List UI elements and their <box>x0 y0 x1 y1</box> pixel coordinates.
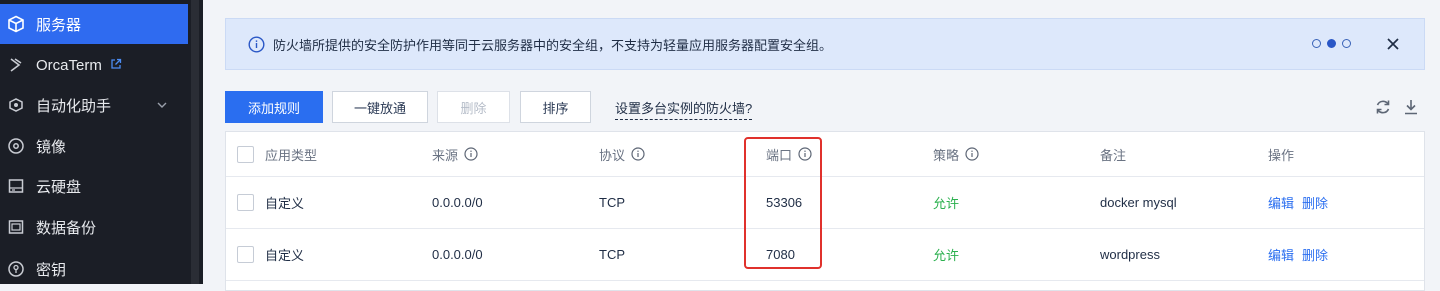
sidebar-item-disks[interactable]: 云硬盘 <box>0 166 188 206</box>
select-all-checkbox[interactable] <box>237 146 254 163</box>
pager-dot[interactable] <box>1342 39 1351 48</box>
cell-source: 0.0.0.0/0 <box>432 195 483 210</box>
external-link-icon <box>110 57 122 74</box>
cell-type: 自定义 <box>265 196 305 211</box>
sidebar-item-keys[interactable]: 密钥 <box>0 249 188 289</box>
column-header: 应用类型 <box>265 147 318 163</box>
pager-dot-active[interactable] <box>1327 39 1336 48</box>
column-header-policy: 策略 <box>933 132 979 176</box>
column-header-protocol: 协议 <box>599 132 645 176</box>
backup-icon <box>6 217 26 237</box>
image-disc-icon <box>6 136 26 156</box>
multi-instance-firewall-link[interactable]: 设置多台实例的防火墙? <box>615 98 753 120</box>
download-icon[interactable] <box>1402 98 1420 116</box>
row-checkbox[interactable] <box>237 194 254 211</box>
column-header: 操作 <box>1268 147 1295 163</box>
cell-protocol: TCP <box>599 247 625 262</box>
cell-note: docker mysql <box>1100 195 1177 210</box>
cell-actions: 编辑 删除 <box>1268 229 1336 280</box>
column-header-label: 策略 <box>933 147 960 163</box>
info-icon[interactable] <box>965 147 979 161</box>
sidebar-item-images[interactable]: 镜像 <box>0 126 188 166</box>
automation-icon <box>6 95 26 115</box>
sidebar-item-automation[interactable]: 自动化助手 <box>0 85 188 125</box>
cell-policy: 允许 <box>933 196 960 211</box>
cell-source: 0.0.0.0/0 <box>432 247 483 262</box>
chevron-down-icon <box>156 98 168 115</box>
port-column-highlight <box>744 137 822 269</box>
info-icon[interactable] <box>631 147 645 161</box>
sidebar-item-servers[interactable]: 服务器 <box>0 4 188 44</box>
delete-link[interactable]: 删除 <box>1302 193 1328 212</box>
delete-link[interactable]: 删除 <box>1302 245 1328 264</box>
close-icon[interactable] <box>1383 34 1403 54</box>
cell-policy: 允许 <box>933 248 960 263</box>
cell-actions: 编辑 删除 <box>1268 177 1336 228</box>
edit-link[interactable]: 编辑 <box>1268 193 1294 212</box>
sidebar-item-label: OrcaTerm <box>36 56 102 74</box>
disk-icon <box>6 176 26 196</box>
firewall-rules-table: 应用类型 来源 协议 端口 策略 备注 操作 自定义 0.0.0.0/0 TCP… <box>225 131 1425 291</box>
column-header-label: 来源 <box>432 147 459 163</box>
notice-pager <box>1312 39 1351 48</box>
cube-icon <box>6 14 26 34</box>
sidebar-item-label: 密钥 <box>36 261 67 279</box>
edit-link[interactable]: 编辑 <box>1268 245 1294 264</box>
sidebar-item-label: 自动化助手 <box>36 97 112 115</box>
column-header-source: 来源 <box>432 132 478 176</box>
one-click-allow-button[interactable]: 一键放通 <box>332 91 428 123</box>
sidebar-item-label: 镜像 <box>36 138 67 156</box>
sidebar-item-label: 服务器 <box>36 16 82 34</box>
sidebar-item-orcaterm[interactable]: OrcaTerm <box>0 45 188 85</box>
delete-button[interactable]: 删除 <box>437 91 510 123</box>
cell-protocol: TCP <box>599 195 625 210</box>
add-rule-button[interactable]: 添加规则 <box>225 91 323 123</box>
sidebar-item-label: 数据备份 <box>36 219 97 237</box>
info-icon <box>248 35 265 53</box>
table-row: 自定义 0.0.0.0/0 TCP 53306 允许 docker mysql … <box>226 177 1424 229</box>
key-icon <box>6 259 26 279</box>
info-icon[interactable] <box>464 147 478 161</box>
sidebar-item-backup[interactable]: 数据备份 <box>0 207 188 247</box>
column-header-label: 协议 <box>599 147 626 163</box>
pager-dot[interactable] <box>1312 39 1321 48</box>
row-checkbox[interactable] <box>237 246 254 263</box>
sidebar-scrollbar[interactable] <box>191 0 199 284</box>
cell-note: wordpress <box>1100 247 1160 262</box>
sort-button[interactable]: 排序 <box>520 91 591 123</box>
sidebar: 服务器 OrcaTerm 自动化助手 镜像 云硬盘 数据备份 密钥 <box>0 0 188 284</box>
column-header: 备注 <box>1100 147 1127 163</box>
sidebar-item-label: 云硬盘 <box>36 178 82 196</box>
table-row: 自定义 0.0.0.0/0 TCP 7080 允许 wordpress 编辑 删… <box>226 229 1424 281</box>
orcaterm-icon <box>6 55 26 75</box>
refresh-icon[interactable] <box>1374 98 1392 116</box>
notice-text: 防火墙所提供的安全防护作用等同于云服务器中的安全组，不支持为轻量应用服务器配置安… <box>273 37 833 53</box>
table-header-row: 应用类型 来源 协议 端口 策略 备注 操作 <box>226 132 1424 177</box>
info-notice: 防火墙所提供的安全防护作用等同于云服务器中的安全组，不支持为轻量应用服务器配置安… <box>225 18 1425 70</box>
cell-type: 自定义 <box>265 248 305 263</box>
